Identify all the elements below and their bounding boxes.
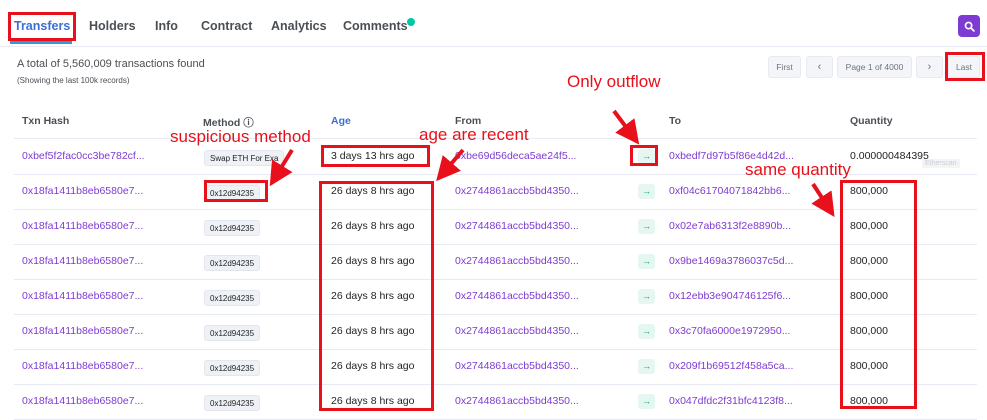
txn-hash-link[interactable]: 0x18fa1411b8eb6580e7... bbox=[22, 244, 143, 279]
annotation-box-quantity-column bbox=[840, 180, 917, 409]
table-row: 0x18fa1411b8eb6580e7... 0x12d94235 26 da… bbox=[14, 209, 977, 245]
annotation-box-transfers-tab bbox=[8, 12, 76, 41]
from-address-link[interactable]: 0x2744861accb5bd4350... bbox=[455, 349, 579, 384]
tab-info[interactable]: Info bbox=[155, 0, 178, 46]
method-badge: Swap ETH For Exa bbox=[204, 150, 285, 166]
prev-page-button[interactable]: ‹ bbox=[806, 56, 833, 78]
col-quantity: Quantity bbox=[850, 115, 893, 127]
table-row: 0x18fa1411b8eb6580e7... 0x12d94235 26 da… bbox=[14, 314, 977, 350]
annotation-only-outflow: Only outflow bbox=[567, 72, 661, 91]
annotation-box-last-button bbox=[945, 52, 985, 81]
txn-hash-link[interactable]: 0x18fa1411b8eb6580e7... bbox=[22, 349, 143, 384]
records-note: (Showing the last 100k records) bbox=[17, 76, 130, 85]
to-address-link[interactable]: 0x12ebb3e904746125f6... bbox=[669, 279, 791, 314]
from-address-link[interactable]: 0x2744861accb5bd4350... bbox=[455, 209, 579, 244]
col-age[interactable]: Age bbox=[331, 115, 351, 127]
annotation-box-outflow-arrow bbox=[630, 145, 658, 166]
table-row: 0x18fa1411b8eb6580e7... 0x12d94235 26 da… bbox=[14, 279, 977, 315]
quantity-value: 0.000000484395 bbox=[850, 150, 929, 162]
arrow-right-icon: → bbox=[638, 219, 655, 234]
to-address-link[interactable]: 0x209f1b69512f458a5ca... bbox=[669, 349, 793, 384]
transactions-count: A total of 5,560,009 transactions found bbox=[17, 58, 205, 70]
from-address-link[interactable]: 0x2744861accb5bd4350... bbox=[455, 384, 579, 419]
txn-hash-link[interactable]: 0x18fa1411b8eb6580e7... bbox=[22, 384, 143, 419]
from-address-link[interactable]: 0x2744861accb5bd4350... bbox=[455, 244, 579, 279]
active-tab-underline bbox=[10, 41, 72, 44]
tab-analytics[interactable]: Analytics bbox=[271, 0, 327, 46]
search-button[interactable] bbox=[958, 15, 980, 37]
from-address-link[interactable]: 0x2744861accb5bd4350... bbox=[455, 174, 579, 209]
table-row: 0x18fa1411b8eb6580e7... 0x12d94235 26 da… bbox=[14, 384, 977, 420]
annotation-suspicious-method: suspicious method bbox=[170, 127, 311, 146]
annotation-box-method bbox=[204, 180, 268, 202]
txn-hash-link[interactable]: 0xbef5f2fac0cc3be782cf... bbox=[22, 139, 145, 174]
col-txn-hash: Txn Hash bbox=[22, 115, 70, 127]
tab-contract[interactable]: Contract bbox=[201, 0, 252, 46]
method-badge: 0x12d94235 bbox=[204, 395, 261, 411]
arrow-right-icon: → bbox=[638, 289, 655, 304]
arrow-right-icon: → bbox=[638, 254, 655, 269]
annotation-box-age-column bbox=[319, 181, 434, 411]
method-badge: 0x12d94235 bbox=[204, 360, 261, 376]
to-address-link[interactable]: 0x9be1469a3786037c5d... bbox=[669, 244, 793, 279]
to-address-link[interactable]: 0x02e7ab6313f2e8890b... bbox=[669, 209, 791, 244]
col-to: To bbox=[669, 115, 682, 127]
method-badge: 0x12d94235 bbox=[204, 220, 261, 236]
first-page-button[interactable]: First bbox=[768, 56, 801, 78]
tab-holders[interactable]: Holders bbox=[89, 0, 136, 46]
from-address-link[interactable]: 0x2744861accb5bd4350... bbox=[455, 279, 579, 314]
annotation-same-quantity: same quantity bbox=[745, 160, 851, 179]
from-address-link[interactable]: 0x2744861accb5bd4350... bbox=[455, 314, 579, 349]
search-icon bbox=[964, 21, 975, 32]
method-badge: 0x12d94235 bbox=[204, 325, 261, 341]
txn-hash-link[interactable]: 0x18fa1411b8eb6580e7... bbox=[22, 279, 143, 314]
table-row: 0x18fa1411b8eb6580e7... 0x12d94235 26 da… bbox=[14, 244, 977, 280]
tab-comments[interactable]: Comments bbox=[343, 0, 408, 46]
page-indicator: Page 1 of 4000 bbox=[837, 56, 912, 78]
arrow-right-icon: → bbox=[638, 359, 655, 374]
to-address-link[interactable]: 0x3c70fa6000e1972950... bbox=[669, 314, 790, 349]
txn-hash-link[interactable]: 0x18fa1411b8eb6580e7... bbox=[22, 209, 143, 244]
arrow-right-icon: → bbox=[638, 184, 655, 199]
table-row: 0x18fa1411b8eb6580e7... 0x12d94235 26 da… bbox=[14, 349, 977, 385]
tab-bar: Transfers Holders Info Contract Analytic… bbox=[0, 0, 987, 47]
arrow-right-icon: → bbox=[638, 324, 655, 339]
comments-notification-dot bbox=[407, 18, 415, 26]
to-address-link[interactable]: 0x047dfdc2f31bfc4123f8... bbox=[669, 384, 793, 419]
watermark-label: Etherscan bbox=[922, 159, 960, 168]
arrow-right-icon: → bbox=[638, 394, 655, 409]
txn-hash-link[interactable]: 0x18fa1411b8eb6580e7... bbox=[22, 174, 143, 209]
next-page-button[interactable]: › bbox=[916, 56, 943, 78]
method-badge: 0x12d94235 bbox=[204, 255, 261, 271]
annotation-box-first-age bbox=[321, 145, 430, 167]
annotation-age-recent: age are recent bbox=[419, 125, 529, 144]
method-badge: 0x12d94235 bbox=[204, 290, 261, 306]
txn-hash-link[interactable]: 0x18fa1411b8eb6580e7... bbox=[22, 314, 143, 349]
